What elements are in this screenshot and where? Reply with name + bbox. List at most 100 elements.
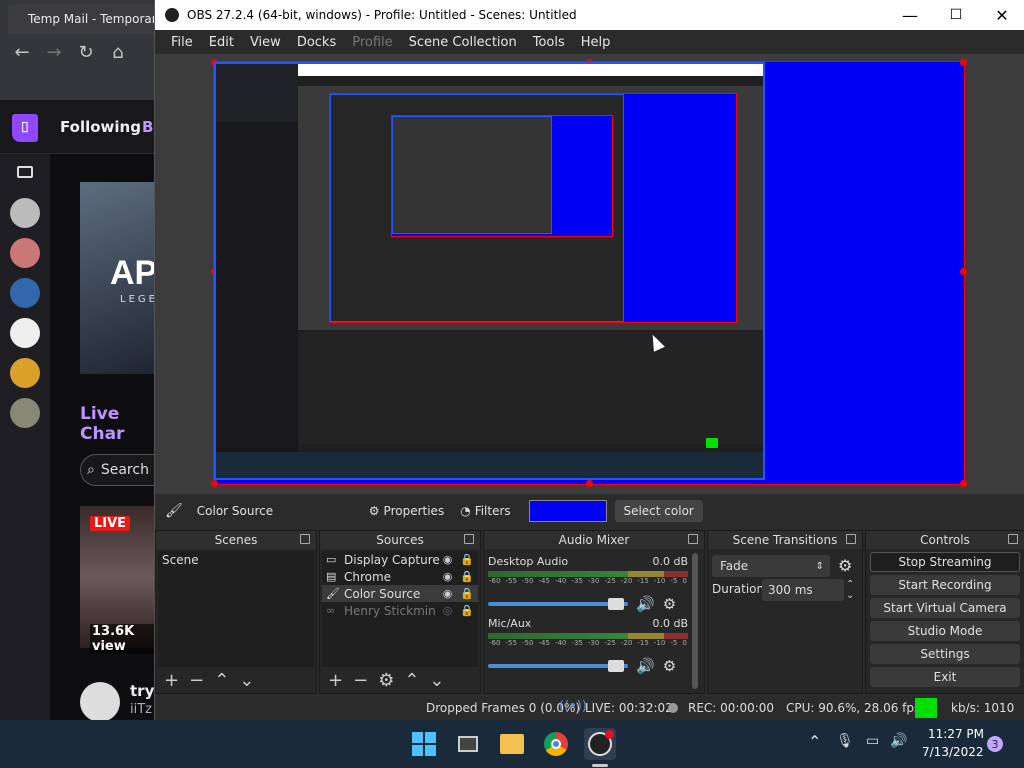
avatar[interactable] [10,358,40,388]
remove-icon[interactable]: − [189,670,204,691]
task-view-icon[interactable] [452,728,484,760]
exit-button[interactable]: Exit [870,667,1020,687]
scene-item[interactable]: Scene [158,551,314,568]
eye-icon[interactable]: ◉ [443,570,453,583]
start-recording-button[interactable]: Start Recording [870,575,1020,595]
lock-icon[interactable]: 🔒 [460,587,474,600]
mixer-channel: Desktop Audio 0.0 dB -60 -55 -50 -45 -40 -35-… [488,555,688,613]
speaker-icon[interactable]: 🔊 [636,657,655,675]
minimize-icon[interactable]: — [887,6,933,25]
undock-icon[interactable] [846,534,856,544]
avatar[interactable] [80,682,120,722]
select-color-button[interactable]: Select color [614,500,703,522]
resize-handle[interactable] [586,480,593,487]
add-icon[interactable]: + [164,670,179,691]
avatar[interactable] [10,318,40,348]
gear-icon[interactable]: ⚙ [663,657,676,675]
volume-icon[interactable]: 🔊 [890,733,907,749]
resize-handle[interactable] [960,268,967,275]
gear-icon[interactable]: ⚙ [378,670,394,691]
avatar[interactable] [10,198,40,228]
move-down-icon[interactable]: ⌄ [239,670,254,691]
source-item[interactable]: ∞ Henry Stickmin ◎ 🔒 [322,602,478,619]
undock-icon[interactable] [1008,534,1018,544]
studio-mode-button[interactable]: Studio Mode [870,621,1020,641]
chrome-tab[interactable]: Temp Mail - Temporary [8,4,158,34]
source-context-bar: 🖌 Color Source ⚙ Properties ◔ Filters #0… [155,494,1024,528]
lock-icon[interactable]: 🔒 [460,553,474,566]
menu-scene-collection[interactable]: Scene Collection [401,35,525,50]
resize-handle[interactable] [211,480,218,487]
twitch-search[interactable]: ⌕ Search [80,454,160,486]
obs-preview[interactable] [155,54,1024,494]
duration-input[interactable]: 300 ms [762,579,844,601]
avatar[interactable] [10,238,40,268]
volume-slider[interactable] [488,660,628,672]
menu-docks[interactable]: Docks [289,35,344,50]
file-explorer-icon[interactable] [496,728,528,760]
gear-icon[interactable]: ⚙ [663,595,676,613]
lock-icon[interactable]: 🔒 [460,604,474,617]
clock-date[interactable]: 7/13/2022 [922,745,984,759]
menu-file[interactable]: File [163,35,201,50]
chrome-icon[interactable] [540,728,572,760]
start-icon[interactable] [408,728,440,760]
chevron-up-icon[interactable]: ⌃ [808,732,821,751]
speaker-icon[interactable]: 🔊 [636,595,655,613]
obs-icon[interactable] [584,728,616,760]
slider-knob[interactable] [608,598,624,610]
slider-knob[interactable] [608,660,624,672]
lock-icon[interactable]: 🔒 [460,570,474,583]
resize-handle[interactable] [960,480,967,487]
camera-icon[interactable] [17,166,33,178]
stream-thumbnail[interactable]: LIVE 13.6K view [80,506,160,654]
avatar[interactable] [10,398,40,428]
add-icon[interactable]: + [328,670,343,691]
move-up-icon[interactable]: ⌃ [404,670,419,691]
network-icon[interactable]: ▭ [866,733,879,749]
back-icon[interactable]: ← [10,42,34,63]
avatar[interactable] [10,278,40,308]
eye-hidden-icon[interactable]: ◎ [443,604,453,617]
close-icon[interactable]: ✕ [979,6,1024,25]
following-tab[interactable]: Following [60,118,141,136]
source-item[interactable]: ▤ Chrome ◉ 🔒 [322,568,478,585]
move-up-icon[interactable]: ⌃ [214,670,229,691]
cpu-fps: CPU: 90.6%, 28.06 fps [786,701,921,715]
maximize-icon[interactable]: ☐ [933,7,979,23]
twitch-logo-icon[interactable]: ⌷ [12,114,38,142]
menu-profile[interactable]: Profile [344,35,400,50]
stepper-icon[interactable]: ⌃ ⌄ [846,579,854,601]
properties-button[interactable]: ⚙ Properties [361,500,452,522]
source-item[interactable]: 🖌 Color Source ◉ 🔒 [322,585,478,602]
menu-view[interactable]: View [242,35,289,50]
stop-streaming-button[interactable]: Stop Streaming [870,552,1020,572]
transition-select[interactable]: Fade ⇕ [712,555,830,577]
undock-icon[interactable] [464,534,474,544]
clock-time[interactable]: 11:27 PM [928,727,984,741]
menu-edit[interactable]: Edit [201,35,242,50]
gear-icon[interactable]: ⚙ [838,556,852,575]
move-down-icon[interactable]: ⌄ [429,670,444,691]
filters-button[interactable]: ◔ Filters [452,500,518,522]
remove-icon[interactable]: − [353,670,368,691]
color-swatch[interactable]: #0000ff [528,500,607,522]
menu-help[interactable]: Help [573,35,619,50]
source-item[interactable]: ▭ Display Capture ◉ 🔒 [322,551,478,568]
microphone-icon[interactable]: 🎙 [836,733,854,749]
forward-icon[interactable]: → [42,42,66,63]
notification-badge[interactable]: 3 [987,736,1003,752]
menu-tools[interactable]: Tools [525,35,573,50]
reload-icon[interactable]: ↻ [74,42,98,63]
start-virtual-camera-button[interactable]: Start Virtual Camera [870,598,1020,618]
settings-button[interactable]: Settings [870,644,1020,664]
eye-icon[interactable]: ◉ [443,587,453,600]
mixer-scrollbar[interactable] [692,553,698,689]
resize-handle[interactable] [960,59,967,66]
undock-icon[interactable] [300,534,310,544]
eye-icon[interactable]: ◉ [443,553,453,566]
game-banner[interactable]: AP LEGE [80,182,160,374]
home-icon[interactable]: ⌂ [106,42,130,63]
volume-slider[interactable] [488,598,628,610]
undock-icon[interactable] [688,534,698,544]
